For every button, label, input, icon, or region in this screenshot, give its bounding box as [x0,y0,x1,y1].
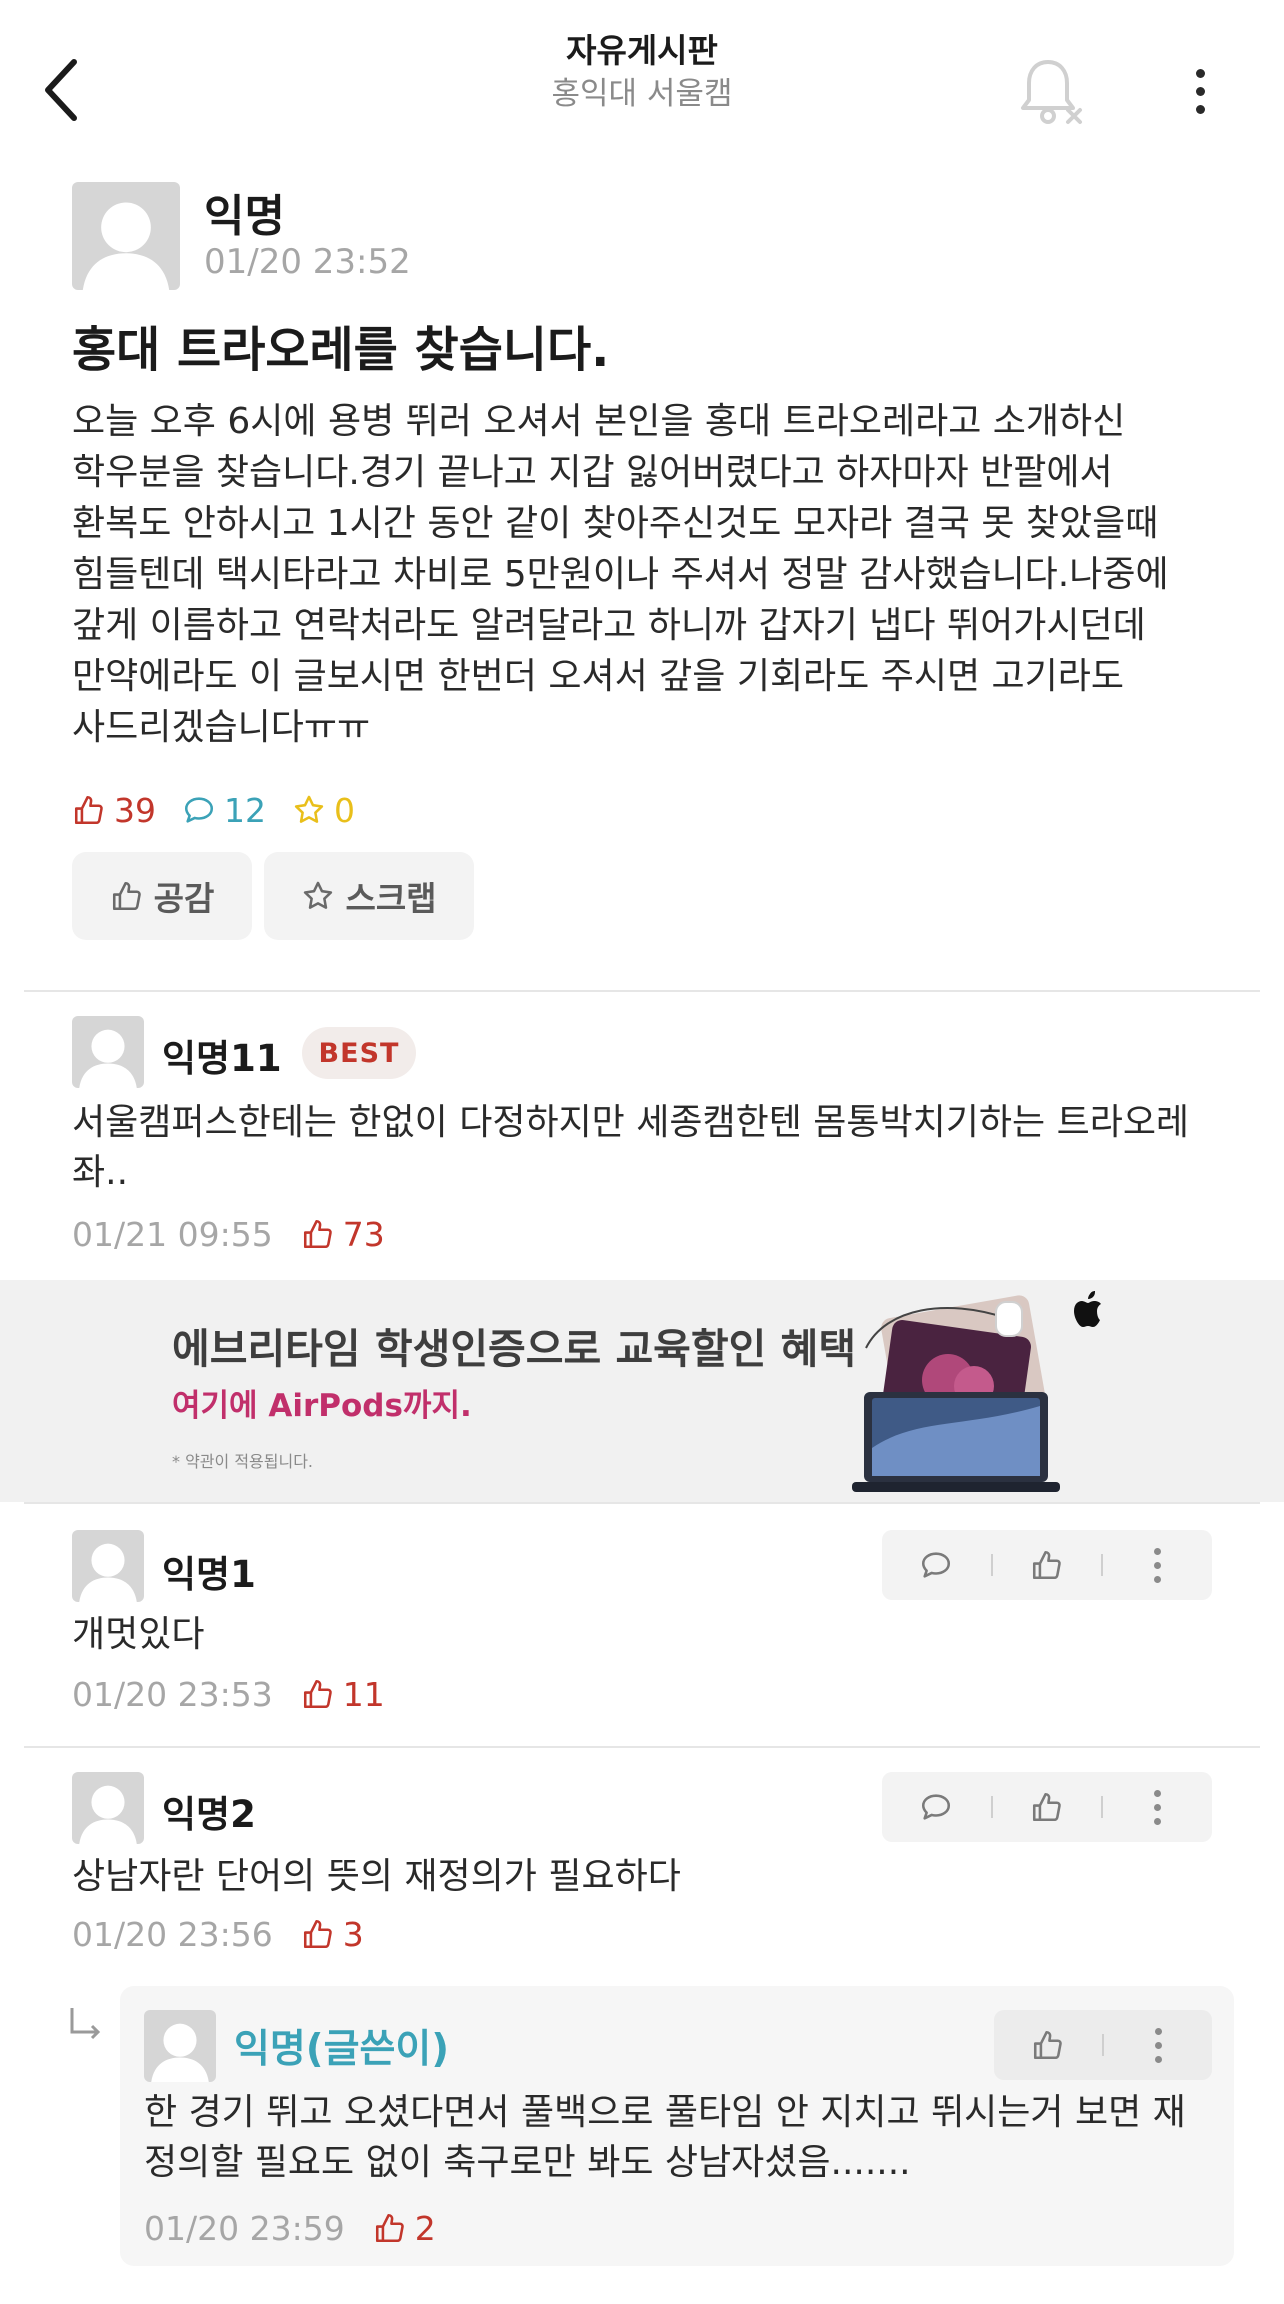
more-options-button[interactable] [1180,56,1220,126]
comment-more-button[interactable] [1128,1535,1188,1595]
top-bar: 자유게시판 홍익대 서울캠 [0,0,1284,170]
like-button[interactable]: 공감 [72,852,252,940]
bell-off-icon [1021,60,1082,124]
more-vertical-icon [1154,1547,1162,1583]
divider [24,1502,1260,1504]
comment-text: 상남자란 단어의 뜻의 재정의가 필요하다 [72,1856,681,1897]
comment-author: 익명11 [162,1037,282,1080]
comment-like-button[interactable] [1017,1777,1077,1837]
comment-count: 12 [182,791,266,830]
reply-avatar [144,2010,216,2082]
more-vertical-icon [1195,68,1205,78]
more-vertical-icon [1154,2027,1162,2063]
school-name: 홍익대 서울캠 [551,76,733,112]
comment-meta: 01/21 09:55 73 [72,1212,385,1256]
thumbs-up-icon [112,881,141,911]
thumbs-up-icon [1032,1550,1061,1580]
comment-like-count: 73 [301,1215,385,1254]
ad-subline: 여기에 AirPods까지. [172,1388,472,1424]
scrap-button[interactable]: 스크랩 [264,852,474,940]
scrap-count: 0 [292,791,355,830]
reply-arrow-icon [70,2008,101,2040]
star-icon [294,795,324,823]
reply-author: 익명(글쓴이) [234,2027,450,2072]
comment-author: 익명1 [162,1553,256,1596]
comment-icon [184,797,214,823]
comment-more-button[interactable] [1128,1777,1188,1837]
reply-button[interactable] [906,1535,966,1595]
thumbs-up-icon [1032,1792,1061,1822]
ad-banner[interactable]: 에브리타임 학생인증으로 교육할인 혜택 여기에 AirPods까지. * 약관… [0,1280,1284,1502]
comment-toolbar [882,1772,1212,1842]
comment-timestamp: 01/20 23:56 [72,1914,273,1954]
thumbs-up-icon [303,1919,332,1949]
reply-like-button[interactable] [1018,2015,1078,2075]
thumbs-up-icon [303,1679,332,1709]
thumbs-up-icon [74,795,103,825]
post-body: 오늘 오후 6시에 용병 뛰러 오셔서 본인을 홍대 트라오레라고 소개하신 학… [72,401,1169,748]
comment-author: 익명2 [162,1793,256,1836]
ad-product-image [852,1295,1060,1492]
post-timestamp: 01/20 23:52 [204,242,411,282]
post-author-avatar [72,182,180,290]
reply-timestamp: 01/20 23:59 [144,2208,345,2248]
post-title: 홍대 트라오레를 찾습니다. [72,322,610,378]
reply-toolbar [994,2010,1212,2080]
reply-more-button[interactable] [1128,2015,1188,2075]
divider [24,990,1260,992]
apple-logo-icon [1074,1291,1101,1327]
divider [24,1746,1260,1748]
reply-text: 한 경기 뛰고 오셨다면서 풀백으로 풀타임 안 지치고 뛰시는거 보면 재정의… [144,2092,1186,2183]
ad-note: * 약관이 적용됩니다. [172,1452,314,1471]
post-author: 익명 [204,191,285,242]
comment-icon [922,1794,951,1820]
thumbs-up-icon [303,1219,332,1249]
like-count: 39 [72,791,156,830]
star-icon [304,881,333,909]
comment-like-count: 3 [301,1915,364,1954]
notification-toggle-button[interactable] [1018,56,1084,126]
comment-avatar [72,1772,144,1844]
best-badge: BEST [302,1027,416,1079]
comment-timestamp: 01/21 09:55 [72,1214,273,1254]
comment-like-count: 11 [301,1675,385,1714]
comment-timestamp: 01/20 23:53 [72,1674,273,1714]
reply-like-count: 2 [373,2209,436,2248]
post-stats: 39 12 0 [72,788,381,832]
reply-meta: 01/20 23:59 2 [144,2206,436,2250]
reply-button[interactable] [906,1777,966,1837]
comment-icon [922,1552,951,1578]
thumbs-up-icon [375,2213,404,2243]
ad-headline: 에브리타임 학생인증으로 교육할인 혜택 [172,1325,857,1373]
comment-avatar [72,1016,144,1088]
comment-like-button[interactable] [1017,1535,1077,1595]
comment-meta: 01/20 23:56 3 [72,1912,364,1956]
comment-toolbar [882,1530,1212,1600]
comment-text: 서울캠퍼스한테는 한없이 다정하지만 세종캠한텐 몸통박치기하는 트라오레좌.. [72,1102,1190,1193]
comment-meta: 01/20 23:53 11 [72,1672,385,1716]
more-vertical-icon [1154,1789,1162,1825]
comment-avatar [72,1530,144,1602]
thumbs-up-icon [1033,2030,1062,2060]
comment-text: 개멋있다 [72,1614,205,1655]
board-title: 자유게시판 [566,31,718,70]
